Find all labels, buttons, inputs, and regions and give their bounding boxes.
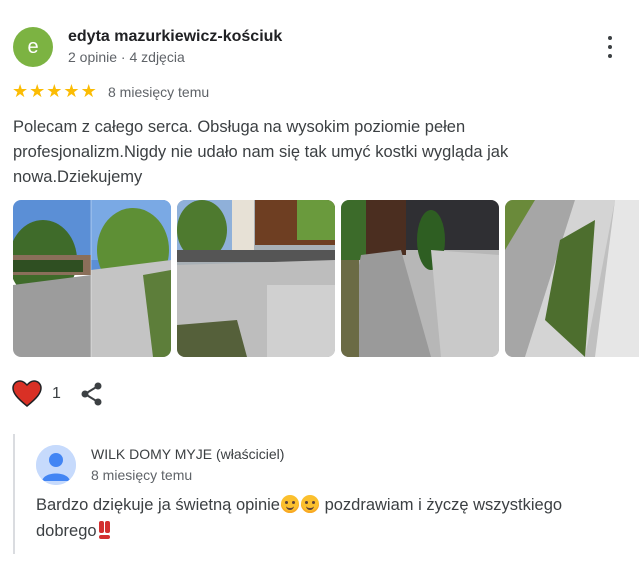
smiley-icon bbox=[280, 495, 299, 513]
star-icon: ★ bbox=[46, 81, 63, 101]
double-exclamation-icon bbox=[98, 521, 110, 539]
smiley-icon bbox=[300, 495, 319, 513]
star-icon: ★ bbox=[63, 81, 80, 101]
owner-reply-time: 8 miesięcy temu bbox=[91, 467, 193, 483]
star-icon: ★ bbox=[80, 81, 97, 101]
owner-reply-text: Bardzo dziękuje ja świetną opinie pozdra… bbox=[36, 492, 611, 544]
author-meta: 2 opinie · 4 zdjęcia bbox=[68, 49, 185, 65]
review-actions: 1 bbox=[12, 380, 103, 408]
star-icon: ★ bbox=[12, 81, 29, 101]
like-count: 1 bbox=[52, 385, 61, 402]
photo-strip bbox=[13, 200, 639, 357]
review-photo-1[interactable] bbox=[13, 200, 171, 357]
more-options-icon[interactable] bbox=[600, 36, 620, 58]
heart-icon[interactable] bbox=[12, 380, 42, 408]
author-name[interactable]: edyta mazurkiewicz-kościuk bbox=[68, 28, 282, 46]
review-photo-4[interactable] bbox=[505, 200, 639, 357]
owner-avatar[interactable] bbox=[36, 445, 76, 485]
star-icon: ★ bbox=[29, 81, 46, 101]
review-text: Polecam z całego serca. Obsługa na wysok… bbox=[13, 118, 509, 186]
review-photo-2[interactable] bbox=[177, 200, 335, 357]
review-photo-3[interactable] bbox=[341, 200, 499, 357]
share-icon[interactable] bbox=[81, 382, 103, 406]
owner-name[interactable]: WILK DOMY MYJE (właściciel) bbox=[91, 446, 284, 462]
review-time: 8 miesięcy temu bbox=[108, 84, 210, 100]
author-avatar[interactable]: e bbox=[13, 27, 53, 67]
owner-reply-text-part1: Bardzo dziękuje ja świetną opinie bbox=[36, 496, 280, 514]
owner-reply: WILK DOMY MYJE (właściciel) 8 miesięcy t… bbox=[13, 434, 615, 554]
star-rating: ★ ★ ★ ★ ★ bbox=[12, 82, 97, 100]
